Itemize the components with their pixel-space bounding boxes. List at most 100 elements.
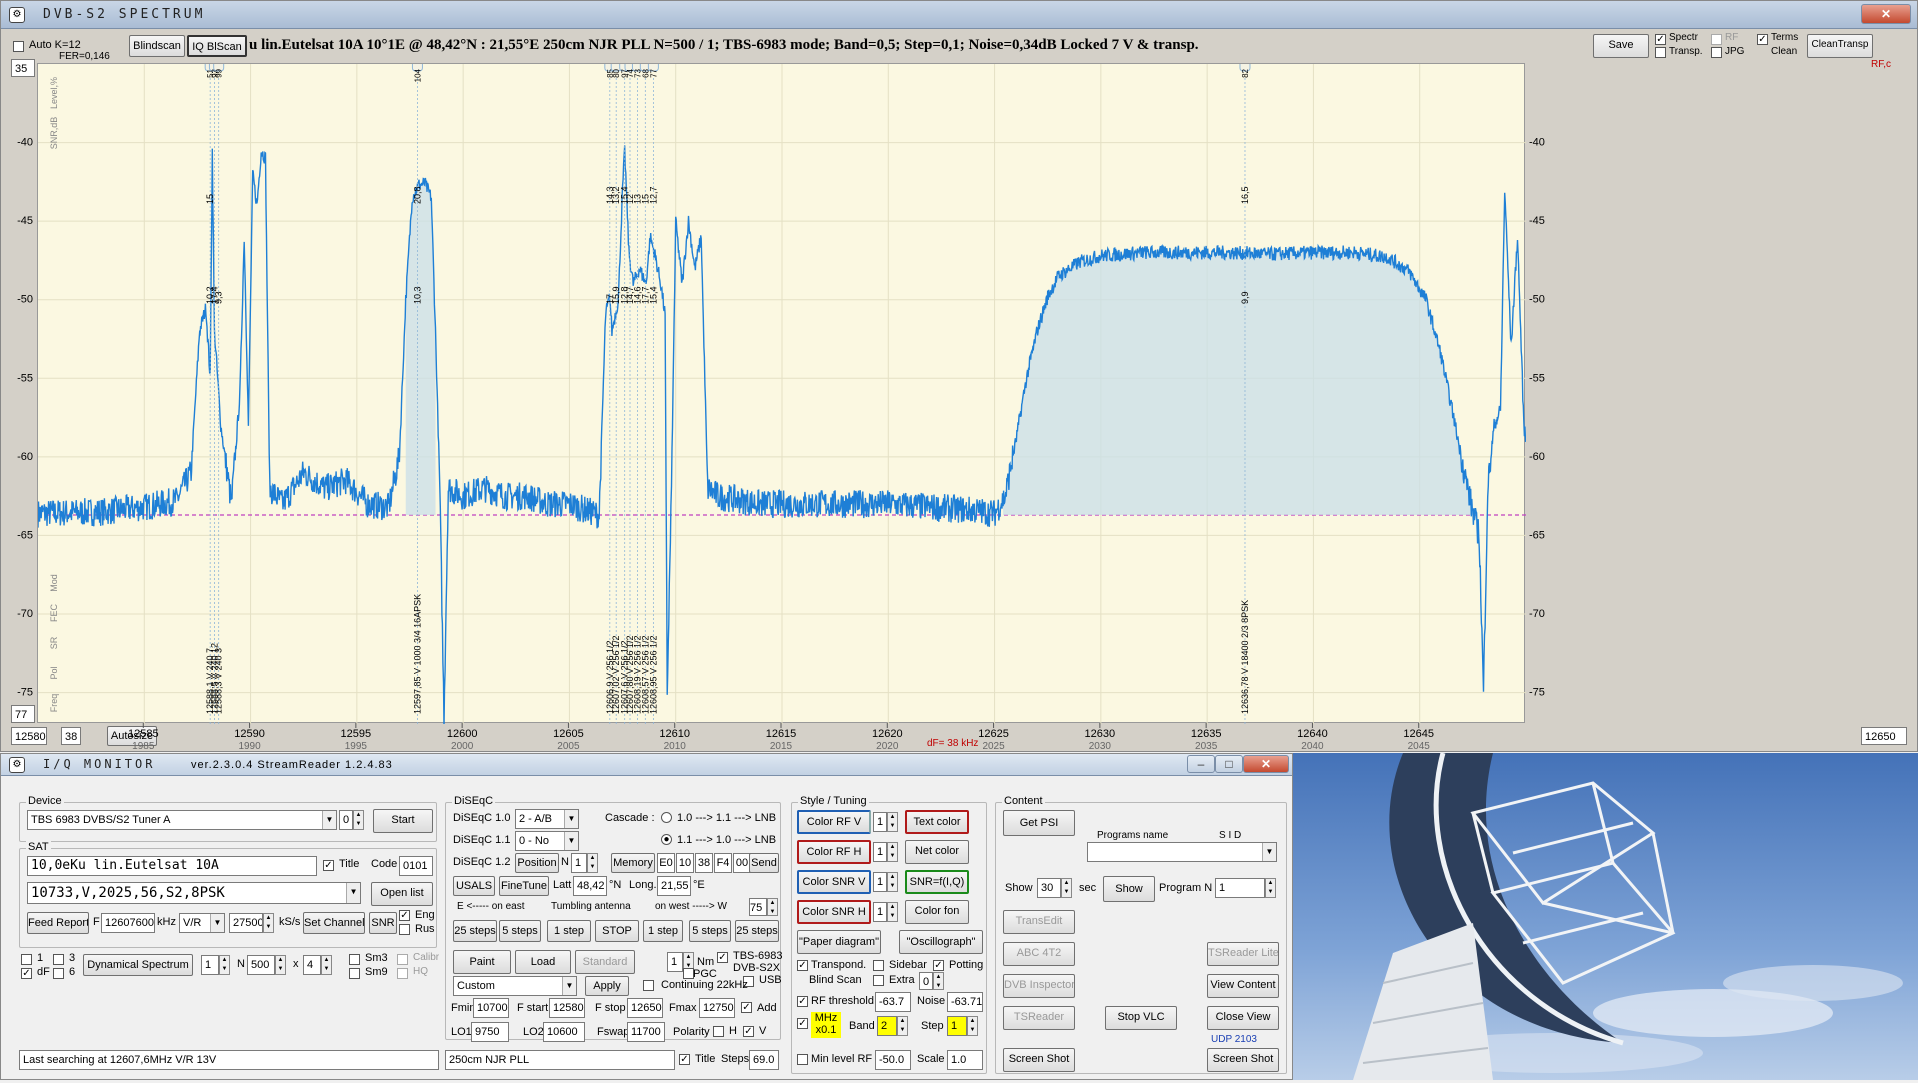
- show-seconds-input[interactable]: 30: [1037, 878, 1061, 898]
- calibr-checkbox[interactable]: [397, 954, 408, 965]
- west-spinner[interactable]: ▲ ▼: [767, 898, 778, 916]
- standard-button[interactable]: Standard: [575, 950, 635, 974]
- min-level-input[interactable]: -50.0: [875, 1050, 911, 1070]
- east-25-steps-button[interactable]: 25 steps: [453, 920, 497, 942]
- rus-checkbox[interactable]: [399, 924, 410, 935]
- send-button[interactable]: Send: [749, 853, 779, 873]
- snrv-input[interactable]: 1: [873, 872, 887, 892]
- step-iq-input[interactable]: 1: [947, 1016, 967, 1036]
- cb-3[interactable]: [53, 954, 64, 965]
- extra-input[interactable]: 0: [919, 972, 933, 990]
- latt-input[interactable]: 48,42: [573, 876, 607, 896]
- transponder-select[interactable]: 10733,V,2025,56,S2,8PSK ▼: [27, 882, 361, 904]
- device-num-input[interactable]: 0: [339, 810, 353, 830]
- color-snr-v-button[interactable]: Color SNR V: [797, 870, 871, 894]
- stop-motor-button[interactable]: STOP: [595, 920, 639, 942]
- x4-spinner[interactable]: ▲ ▼: [321, 955, 332, 975]
- pol-h-checkbox[interactable]: [713, 1026, 724, 1037]
- screen-shot-button-2[interactable]: Screen Shot: [1207, 1048, 1279, 1072]
- diseqc10-select[interactable]: 2 - A/B ▼: [515, 809, 579, 829]
- rfh-spinner[interactable]: ▲ ▼: [887, 842, 898, 862]
- continuing-checkbox[interactable]: [643, 980, 654, 991]
- fstop-input[interactable]: 12650: [627, 998, 663, 1018]
- oscillograph-button[interactable]: "Oscillograph": [899, 930, 983, 954]
- memory-button[interactable]: Memory: [611, 853, 655, 873]
- color-rf-v-button[interactable]: Color RF V: [797, 810, 871, 834]
- position-n-input[interactable]: 1: [571, 853, 587, 873]
- cascade-radio-2[interactable]: ●: [661, 834, 672, 845]
- stop-vlc-button[interactable]: Stop VLC: [1105, 1006, 1177, 1030]
- frequency-input[interactable]: 12607600: [101, 913, 155, 933]
- show-spinner[interactable]: ▲ ▼: [1061, 878, 1072, 898]
- sr-spinner[interactable]: ▲ ▼: [263, 913, 274, 933]
- extra-checkbox[interactable]: [873, 975, 884, 986]
- show-button[interactable]: Show: [1103, 876, 1155, 902]
- position-button[interactable]: Position: [515, 853, 559, 873]
- color-snr-h-button[interactable]: Color SNR H: [797, 900, 871, 924]
- iq-close-icon[interactable]: ✕: [1243, 755, 1289, 773]
- open-list-button[interactable]: Open list: [371, 882, 433, 906]
- dvb-inspector-button[interactable]: DVB Inspector: [1003, 974, 1075, 998]
- n500-input[interactable]: 500: [247, 955, 275, 975]
- fmin-input[interactable]: 10700: [473, 998, 509, 1018]
- iq-app-icon[interactable]: ⚙: [9, 757, 25, 773]
- preset-select[interactable]: Custom ▼: [453, 976, 577, 996]
- diseqc11-select[interactable]: 0 - No ▼: [515, 831, 579, 851]
- snr-fiq-button[interactable]: SNR=f(I,Q): [905, 870, 969, 894]
- hq-checkbox[interactable]: [397, 968, 408, 979]
- maximize-icon[interactable]: □: [1215, 755, 1243, 773]
- start-button[interactable]: Start: [373, 809, 433, 833]
- mem-byte-1[interactable]: E0: [657, 853, 675, 873]
- usals-button[interactable]: USALS: [453, 876, 495, 896]
- band-input[interactable]: 2: [877, 1016, 897, 1036]
- n1-input[interactable]: 1: [201, 955, 219, 975]
- color-fon-button[interactable]: Color fon: [905, 900, 969, 924]
- position-spinner[interactable]: ▲ ▼: [587, 853, 598, 873]
- east-5-steps-button[interactable]: 5 steps: [499, 920, 541, 942]
- view-content-button[interactable]: View Content: [1207, 974, 1279, 998]
- transedit-button[interactable]: TransEdit: [1003, 910, 1075, 934]
- device-select[interactable]: TBS 6983 DVBS/S2 Tuner A ▼: [27, 810, 337, 830]
- snrh-input[interactable]: 1: [873, 902, 887, 922]
- color-rf-h-button[interactable]: Color RF H: [797, 840, 871, 864]
- title2-checkbox[interactable]: ✓: [679, 1054, 690, 1065]
- set-channel-button[interactable]: Set Channel: [303, 912, 365, 934]
- sm9-checkbox[interactable]: [349, 968, 360, 979]
- cb-1[interactable]: [21, 954, 32, 965]
- extra-spinner[interactable]: ▲ ▼: [933, 972, 944, 990]
- min-level-checkbox[interactable]: [797, 1054, 808, 1065]
- dynamical-spectrum-button[interactable]: Dynamical Spectrum: [83, 954, 193, 976]
- close-view-button[interactable]: Close View: [1207, 1006, 1279, 1030]
- eng-checkbox[interactable]: ✓: [399, 910, 410, 921]
- tsreader-button[interactable]: TSReader: [1003, 1006, 1075, 1030]
- lo1-input[interactable]: 9750: [471, 1022, 509, 1042]
- cascade-radio-1[interactable]: [661, 812, 672, 823]
- mem-byte-3[interactable]: 38: [695, 853, 713, 873]
- potting-checkbox[interactable]: ✓: [933, 960, 944, 971]
- west-5-steps-button[interactable]: 5 steps: [689, 920, 731, 942]
- n1-spinner[interactable]: ▲ ▼: [219, 955, 230, 975]
- snr-button[interactable]: SNR: [369, 912, 397, 934]
- load-button[interactable]: Load: [515, 950, 571, 974]
- code-input[interactable]: 0101: [399, 856, 433, 876]
- fswap-input[interactable]: 11700: [627, 1022, 665, 1042]
- scale-input[interactable]: 1.0: [947, 1050, 983, 1070]
- rfv-spinner[interactable]: ▲ ▼: [887, 812, 898, 832]
- west-1-step-button[interactable]: 1 step: [643, 920, 683, 942]
- pol-v-checkbox[interactable]: ✓: [743, 1026, 754, 1037]
- title-checkbox[interactable]: ✓: [323, 860, 334, 871]
- step-iq-spinner[interactable]: ▲ ▼: [967, 1016, 978, 1036]
- feed-report-button[interactable]: Feed Report: [27, 912, 89, 934]
- lo2-input[interactable]: 10600: [543, 1022, 585, 1042]
- x4-input[interactable]: 4: [303, 955, 321, 975]
- west-input[interactable]: 75: [749, 898, 767, 916]
- nm-input[interactable]: 1: [667, 952, 683, 972]
- mem-byte-2[interactable]: 10: [676, 853, 694, 873]
- west-25-steps-button[interactable]: 25 steps: [735, 920, 779, 942]
- snrv-spinner[interactable]: ▲ ▼: [887, 872, 898, 892]
- add-checkbox[interactable]: ✓: [741, 1002, 752, 1013]
- program-n-input[interactable]: 1: [1215, 878, 1265, 898]
- text-color-button[interactable]: Text color: [905, 810, 969, 834]
- polarity-select[interactable]: V/R ▼: [179, 913, 225, 933]
- program-spinner[interactable]: ▲ ▼: [1265, 878, 1276, 898]
